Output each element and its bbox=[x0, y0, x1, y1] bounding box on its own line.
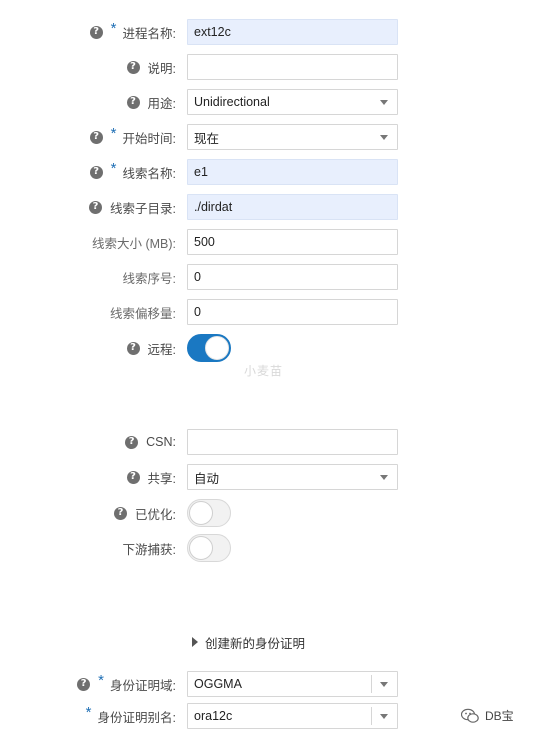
process-name-label: 进程名称: bbox=[122, 26, 176, 41]
chevron-down-icon[interactable] bbox=[380, 99, 388, 105]
toggle-knob bbox=[205, 336, 229, 360]
start-time-select[interactable]: 现在 bbox=[187, 124, 398, 150]
trail-subdir-value: ./dirdat bbox=[194, 200, 233, 214]
start-time-label: 开始时间: bbox=[122, 131, 176, 146]
downstream-toggle[interactable] bbox=[187, 534, 231, 562]
description-row: ? 说明: bbox=[0, 54, 533, 80]
trail-name-input[interactable]: e1 bbox=[187, 159, 398, 185]
trail-size-value: 500 bbox=[194, 235, 215, 249]
purpose-row: ? 用途: Unidirectional bbox=[0, 89, 533, 115]
toggle-knob bbox=[189, 536, 213, 560]
purpose-label: 用途: bbox=[147, 96, 176, 111]
required-marker: * bbox=[110, 159, 117, 177]
create-credential-label: 创建新的身份证明 bbox=[205, 636, 306, 651]
credential-domain-row: ? * 身份证明域: OGGMA bbox=[0, 671, 533, 697]
chevron-down-icon[interactable] bbox=[380, 474, 388, 480]
help-icon[interactable]: ? bbox=[125, 435, 139, 449]
trail-name-value: e1 bbox=[194, 165, 208, 179]
trail-seq-label: 线索序号: bbox=[122, 271, 176, 286]
trail-seq-value: 0 bbox=[194, 270, 201, 284]
credential-domain-value: OGGMA bbox=[194, 677, 242, 691]
divider bbox=[371, 675, 372, 693]
trail-offset-input[interactable]: 0 bbox=[187, 299, 398, 325]
create-credential-expander[interactable]: 创建新的身份证明 bbox=[192, 633, 305, 651]
downstream-label: 下游捕获: bbox=[122, 542, 176, 557]
remote-label: 远程: bbox=[147, 342, 176, 357]
start-time-row: ? * 开始时间: 现在 bbox=[0, 124, 533, 150]
watermark-text: 小麦苗 bbox=[244, 364, 284, 378]
help-icon[interactable]: ? bbox=[126, 341, 140, 355]
description-input[interactable] bbox=[187, 54, 398, 80]
credential-domain-combobox[interactable]: OGGMA bbox=[187, 671, 398, 697]
help-icon[interactable]: ? bbox=[126, 95, 140, 109]
downstream-row: 下游捕获: bbox=[0, 534, 533, 562]
remote-toggle[interactable] bbox=[187, 334, 231, 362]
credential-domain-label: 身份证明域: bbox=[110, 678, 176, 693]
help-icon[interactable]: ? bbox=[126, 60, 140, 74]
chevron-down-icon[interactable] bbox=[380, 134, 388, 140]
optimized-toggle[interactable] bbox=[187, 499, 231, 527]
chevron-down-icon[interactable] bbox=[380, 681, 388, 687]
help-icon[interactable]: ? bbox=[114, 506, 128, 520]
trail-subdir-row: ? 线索子目录: ./dirdat bbox=[0, 194, 533, 220]
credential-alias-label: 身份证明别名: bbox=[97, 710, 176, 725]
optimized-row: ? 已优化: bbox=[0, 499, 533, 527]
trail-name-row: ? * 线索名称: e1 bbox=[0, 159, 533, 185]
trail-size-input[interactable]: 500 bbox=[187, 229, 398, 255]
trail-subdir-label: 线索子目录: bbox=[110, 201, 176, 216]
required-marker: * bbox=[110, 124, 117, 142]
wechat-icon bbox=[460, 708, 479, 724]
description-label: 说明: bbox=[147, 61, 176, 76]
purpose-select[interactable]: Unidirectional bbox=[187, 89, 398, 115]
trail-seq-row: 线索序号: 0 bbox=[0, 264, 533, 290]
divider bbox=[371, 707, 372, 725]
share-select[interactable]: 自动 bbox=[187, 464, 398, 490]
trail-seq-input[interactable]: 0 bbox=[187, 264, 398, 290]
help-icon[interactable]: ? bbox=[126, 470, 140, 484]
required-marker: * bbox=[98, 671, 105, 689]
share-label: 共享: bbox=[147, 471, 176, 486]
share-value: 自动 bbox=[194, 471, 220, 486]
help-icon[interactable]: ? bbox=[89, 130, 103, 144]
share-row: ? 共享: 自动 bbox=[0, 464, 533, 490]
caret-right-icon bbox=[192, 637, 198, 647]
required-marker: * bbox=[110, 19, 117, 37]
trail-offset-value: 0 bbox=[194, 305, 201, 319]
required-marker: * bbox=[85, 703, 92, 721]
trail-offset-row: 线索偏移量: 0 bbox=[0, 299, 533, 325]
credential-alias-row: * 身份证明别名: ora12c bbox=[0, 703, 533, 729]
optimized-label: 已优化: bbox=[135, 507, 176, 522]
help-icon[interactable]: ? bbox=[77, 677, 91, 691]
start-time-value: 现在 bbox=[194, 131, 220, 146]
brand-mark: DB宝 bbox=[460, 707, 514, 724]
trail-name-label: 线索名称: bbox=[122, 166, 176, 181]
process-name-input[interactable]: ext12c bbox=[187, 19, 398, 45]
trail-size-row: 线索大小 (MB): 500 bbox=[0, 229, 533, 255]
credential-alias-value: ora12c bbox=[194, 709, 233, 723]
trail-offset-label: 线索偏移量: bbox=[110, 306, 176, 321]
trail-subdir-input[interactable]: ./dirdat bbox=[187, 194, 398, 220]
help-icon[interactable]: ? bbox=[89, 200, 103, 214]
purpose-value: Unidirectional bbox=[194, 95, 270, 109]
process-name-row: ? * 进程名称: ext12c bbox=[0, 19, 533, 45]
remote-row: ? 远程: bbox=[0, 334, 533, 362]
process-name-value: ext12c bbox=[194, 25, 231, 39]
help-icon[interactable]: ? bbox=[89, 25, 103, 39]
csn-label: CSN: bbox=[146, 435, 176, 449]
brand-text: DB宝 bbox=[485, 709, 514, 723]
trail-size-label: 线索大小 (MB): bbox=[91, 236, 176, 251]
csn-row: ? CSN: bbox=[0, 429, 533, 455]
help-icon[interactable]: ? bbox=[89, 165, 103, 179]
credential-alias-combobox[interactable]: ora12c bbox=[187, 703, 398, 729]
chevron-down-icon[interactable] bbox=[380, 713, 388, 719]
toggle-knob bbox=[189, 501, 213, 525]
csn-input[interactable] bbox=[187, 429, 398, 455]
